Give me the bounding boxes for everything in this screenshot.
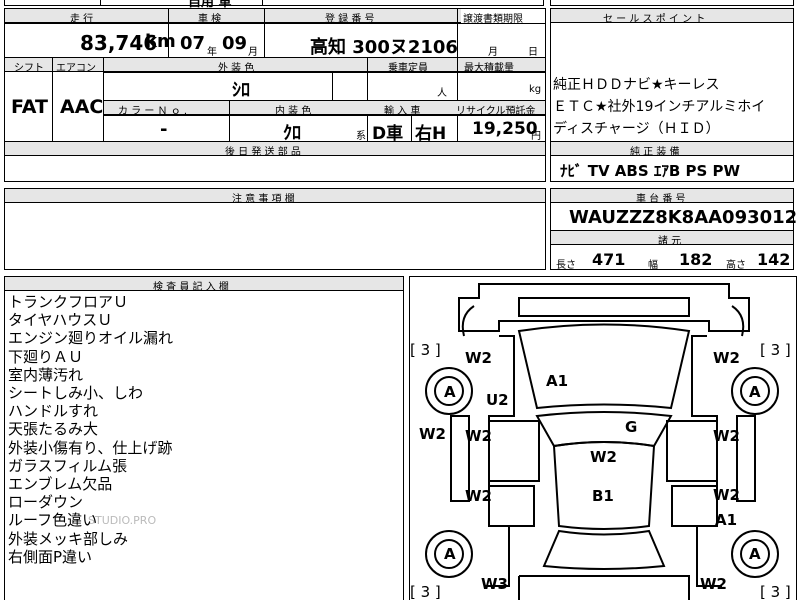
height-value: 142 — [757, 250, 791, 269]
inspector-remark: エンジン廻りオイル漏れ — [8, 329, 174, 348]
top-strip — [4, 0, 544, 6]
mileage-unit: km — [145, 31, 176, 52]
capacity-unit: 人 — [437, 88, 447, 99]
diagram-right-front-fender: W2 — [713, 349, 740, 367]
height-label: 高さ — [726, 260, 746, 271]
delivery-parts-header: 後 日 発 送 部 品 — [225, 147, 301, 158]
inspection-year-unit: 年 — [207, 47, 217, 58]
length-value: 471 — [592, 250, 626, 269]
top-strip-right — [550, 0, 794, 6]
registration-value: 高知 300ヌ2106 — [310, 37, 458, 58]
inspector-remark: 室内薄汚れ — [8, 365, 84, 384]
shift-header: シフト — [14, 63, 44, 74]
diagram-spare-rl: [ 3 ] — [410, 583, 441, 600]
max-load-unit: kg — [529, 84, 542, 95]
sales-points-header: セ ー ル ス ポ イ ン ト — [603, 14, 706, 25]
diagram-left-front-tire: A — [444, 383, 456, 401]
diagram-left-front-door: W2 — [465, 427, 492, 445]
notes-header: 注 意 事 項 欄 — [232, 194, 295, 205]
diagram-left-front-area: U2 — [486, 391, 509, 409]
recycle-unit: 円 — [531, 131, 541, 142]
inspector-remark: エンブレム欠品 — [8, 475, 113, 493]
inspector-remark: ルーフ色違い — [8, 511, 98, 530]
diagram-left-pillar: W2 — [419, 425, 446, 443]
diagram-left-front-fender: W2 — [465, 349, 492, 367]
diagram-left-rear-fender: W3 — [481, 575, 508, 593]
inspector-remark: 天張たるみ大 — [8, 420, 99, 439]
transfer-day-unit: 日 — [528, 47, 538, 58]
sales-point-line-2: ＥＴＣ★社外19インチアルミホイ — [553, 99, 766, 115]
inspector-remark: 外装メッキ部しみ — [8, 529, 129, 548]
inspector-remark: ガラスフィルム張 — [8, 456, 128, 475]
inspector-remark: シートしみ小、しわ — [8, 384, 144, 402]
chassis-header: 車 台 番 号 — [636, 194, 686, 205]
inspector-header: 検 査 員 記 入 欄 — [153, 282, 229, 293]
aircon-header: エアコン — [56, 63, 96, 74]
diagram-left-rear-door: W2 — [465, 487, 492, 505]
diagram-right-rear-area: A1 — [715, 511, 738, 529]
inspector-remark: 右側面P違い — [8, 547, 93, 566]
interior-color-suffix: 系 — [356, 131, 366, 142]
inspector-remark: ローダウン — [8, 493, 84, 512]
dimensions-header: 諸 元 — [658, 236, 682, 247]
watermark: STUDIO.PRO — [88, 514, 157, 527]
diagram-right-rear-fender: W2 — [700, 575, 727, 593]
sales-point-line-1: 純正ＨＤＤナビ★キーレス — [553, 77, 720, 93]
diagram-right-rear-door: W2 — [713, 486, 740, 504]
inspector-remark: 外装小傷有り、仕上げ跡 — [8, 438, 173, 457]
color-no-value: - — [160, 119, 168, 140]
width-label: 幅 — [648, 260, 658, 271]
diagram-spare-fr: [ 3 ] — [760, 341, 791, 359]
diagram-right-front-tire: A — [749, 383, 761, 401]
sales-point-line-3: ディスチャージ（ＨＩＤ） — [553, 121, 720, 137]
transfer-month-unit: 月 — [488, 47, 498, 58]
diagram-left-rear-tire: A — [444, 545, 456, 563]
diagram-right-front-door: W2 — [713, 427, 740, 445]
diagram-windshield: G — [625, 418, 638, 436]
inspection-year: 07 — [180, 33, 206, 54]
recycle-value: 19,250 — [472, 119, 538, 139]
chassis-number: WAUZZZ8K8AA093012 — [569, 207, 798, 228]
inspector-remark: トランクフロアＵ — [8, 293, 129, 311]
genuine-equipment-header: 純 正 装 備 — [630, 147, 680, 158]
shift-value: FAT — [11, 96, 48, 118]
diagram-spare-rr: [ 3 ] — [760, 583, 791, 600]
inspector-remark: タイヤハウスＵ — [8, 311, 113, 330]
aircon-value: AAC — [60, 96, 104, 118]
diagram-roof-rear: B1 — [592, 487, 614, 505]
width-value: 182 — [679, 250, 713, 269]
inspector-remark: 下廻りＡＵ — [8, 347, 84, 366]
genuine-equipment-value: ﾅﾋﾞ TV ABS ｴｱB PS PW — [560, 162, 741, 180]
inspection-month-unit: 月 — [248, 47, 258, 58]
top-fragment: 自用 車 — [188, 0, 232, 10]
diagram-roof: W2 — [590, 448, 617, 466]
length-label: 長さ — [556, 260, 576, 271]
diagram-right-rear-tire: A — [749, 545, 761, 563]
inspector-remark: ハンドルすれ — [8, 402, 99, 421]
diagram-spare-fl: [ 3 ] — [410, 341, 441, 359]
exterior-color-value: ｼﾛ — [232, 80, 250, 101]
diagram-hood: A1 — [546, 372, 569, 390]
inspection-month: 09 — [222, 33, 248, 54]
